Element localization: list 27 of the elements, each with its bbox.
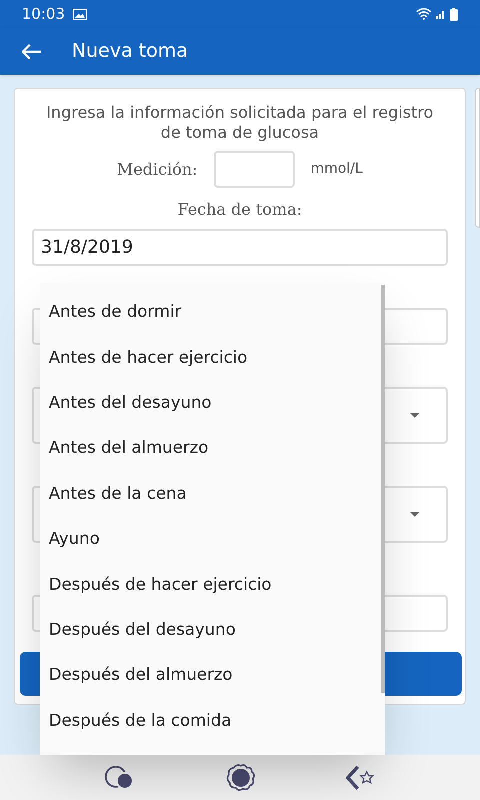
unit-label: mmol/L <box>310 160 363 179</box>
dropdown-option[interactable]: Después de la comida <box>40 698 385 744</box>
flower-icon[interactable] <box>224 764 257 792</box>
measurement-field[interactable] <box>214 151 295 188</box>
dropdown-option[interactable]: Antes de dormir <box>40 290 385 336</box>
dropdown-option[interactable]: Antes del almuerzo <box>40 426 385 472</box>
dropdown-option[interactable]: Después del desayuno <box>40 608 385 654</box>
caret-icon <box>410 413 420 418</box>
dropdown-option[interactable]: Ayuno <box>40 516 385 562</box>
date-label: Fecha de toma: <box>178 199 302 221</box>
dropdown-option[interactable]: Después de hacer ejercicio <box>40 562 385 608</box>
status-time: 10:03 <box>22 4 66 25</box>
intro-text: Ingresa la información solicitada para el registro de toma de glucosa <box>45 103 435 143</box>
signal-icon <box>436 9 446 19</box>
back-arrow-icon[interactable] <box>22 44 42 60</box>
back-star-icon[interactable] <box>346 764 376 790</box>
date-field[interactable]: 31/8/2019 <box>32 229 448 266</box>
measurement-label: Medición: <box>117 158 198 180</box>
dropdown-option[interactable]: Después del almuerzo <box>40 653 385 699</box>
caret-icon <box>410 512 420 517</box>
dropdown-option[interactable]: Antes de hacer ejercicio <box>40 335 385 381</box>
wifi-icon <box>416 8 432 20</box>
screen-title: Nueva toma <box>72 39 188 64</box>
dropdown-option[interactable]: Antes del desayuno <box>40 380 385 426</box>
battery-icon <box>450 8 458 20</box>
dropdown-option[interactable]: Antes de la cena <box>40 472 385 517</box>
image-icon <box>73 8 88 20</box>
